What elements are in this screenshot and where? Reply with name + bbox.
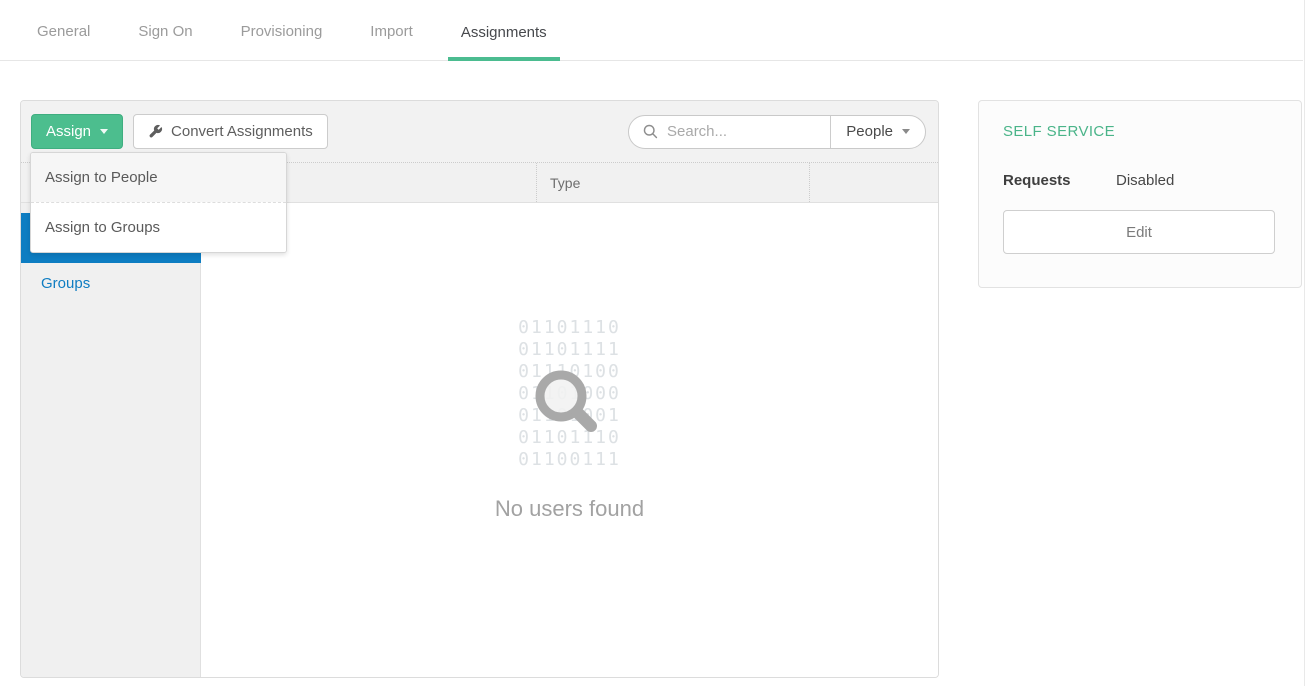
tab-general[interactable]: General [24, 23, 103, 60]
sidebar-item-groups[interactable]: Groups [21, 263, 201, 303]
convert-assignments-button[interactable]: Convert Assignments [133, 114, 328, 149]
app-tab-bar: General Sign On Provisioning Import Assi… [0, 0, 1303, 61]
convert-assignments-label: Convert Assignments [171, 123, 313, 140]
binary-line: 01101110 [201, 317, 938, 339]
self-service-panel: SELF SERVICE Requests Disabled Edit [978, 100, 1302, 288]
assign-dropdown-menu: Assign to People Assign to Groups [30, 152, 287, 253]
chevron-down-icon [902, 129, 910, 134]
tab-assignments[interactable]: Assignments [448, 24, 560, 61]
binary-line: 01100111 [201, 449, 938, 471]
menu-item-assign-to-groups[interactable]: Assign to Groups [31, 203, 286, 252]
search-scope-value: People [846, 123, 893, 140]
column-header-actions [809, 163, 938, 202]
edit-button[interactable]: Edit [1003, 210, 1275, 254]
column-header-type: Type [536, 163, 809, 202]
search-field-wrap [629, 116, 830, 148]
no-users-found-message: No users found [201, 496, 938, 522]
self-service-title: SELF SERVICE [1003, 123, 1277, 140]
assign-button-label: Assign [46, 123, 91, 140]
wrench-icon [148, 124, 163, 139]
menu-item-assign-to-people[interactable]: Assign to People [31, 153, 286, 202]
assignment-filter-sidebar: People Groups [21, 203, 201, 677]
assign-button[interactable]: Assign [31, 114, 123, 149]
tab-sign-on[interactable]: Sign On [125, 23, 205, 60]
search-input[interactable] [667, 123, 817, 140]
requests-row: Requests Disabled [1003, 172, 1277, 189]
tab-provisioning[interactable]: Provisioning [228, 23, 336, 60]
search-filter-control: People [628, 115, 926, 149]
search-scope-dropdown[interactable]: People [830, 116, 925, 148]
chevron-down-icon [100, 129, 108, 134]
requests-label: Requests [1003, 172, 1116, 189]
search-icon [642, 123, 659, 140]
tab-import[interactable]: Import [357, 23, 426, 60]
empty-state-area: 01101110 01101111 01110100 01101000 0110… [201, 203, 938, 677]
requests-status-value: Disabled [1116, 172, 1174, 189]
magnifier-icon [530, 365, 614, 449]
page-edge-line [1304, 0, 1305, 686]
assignments-table-body: People Groups 01101110 01101111 01110100… [21, 203, 938, 677]
binary-line: 01101111 [201, 339, 938, 361]
